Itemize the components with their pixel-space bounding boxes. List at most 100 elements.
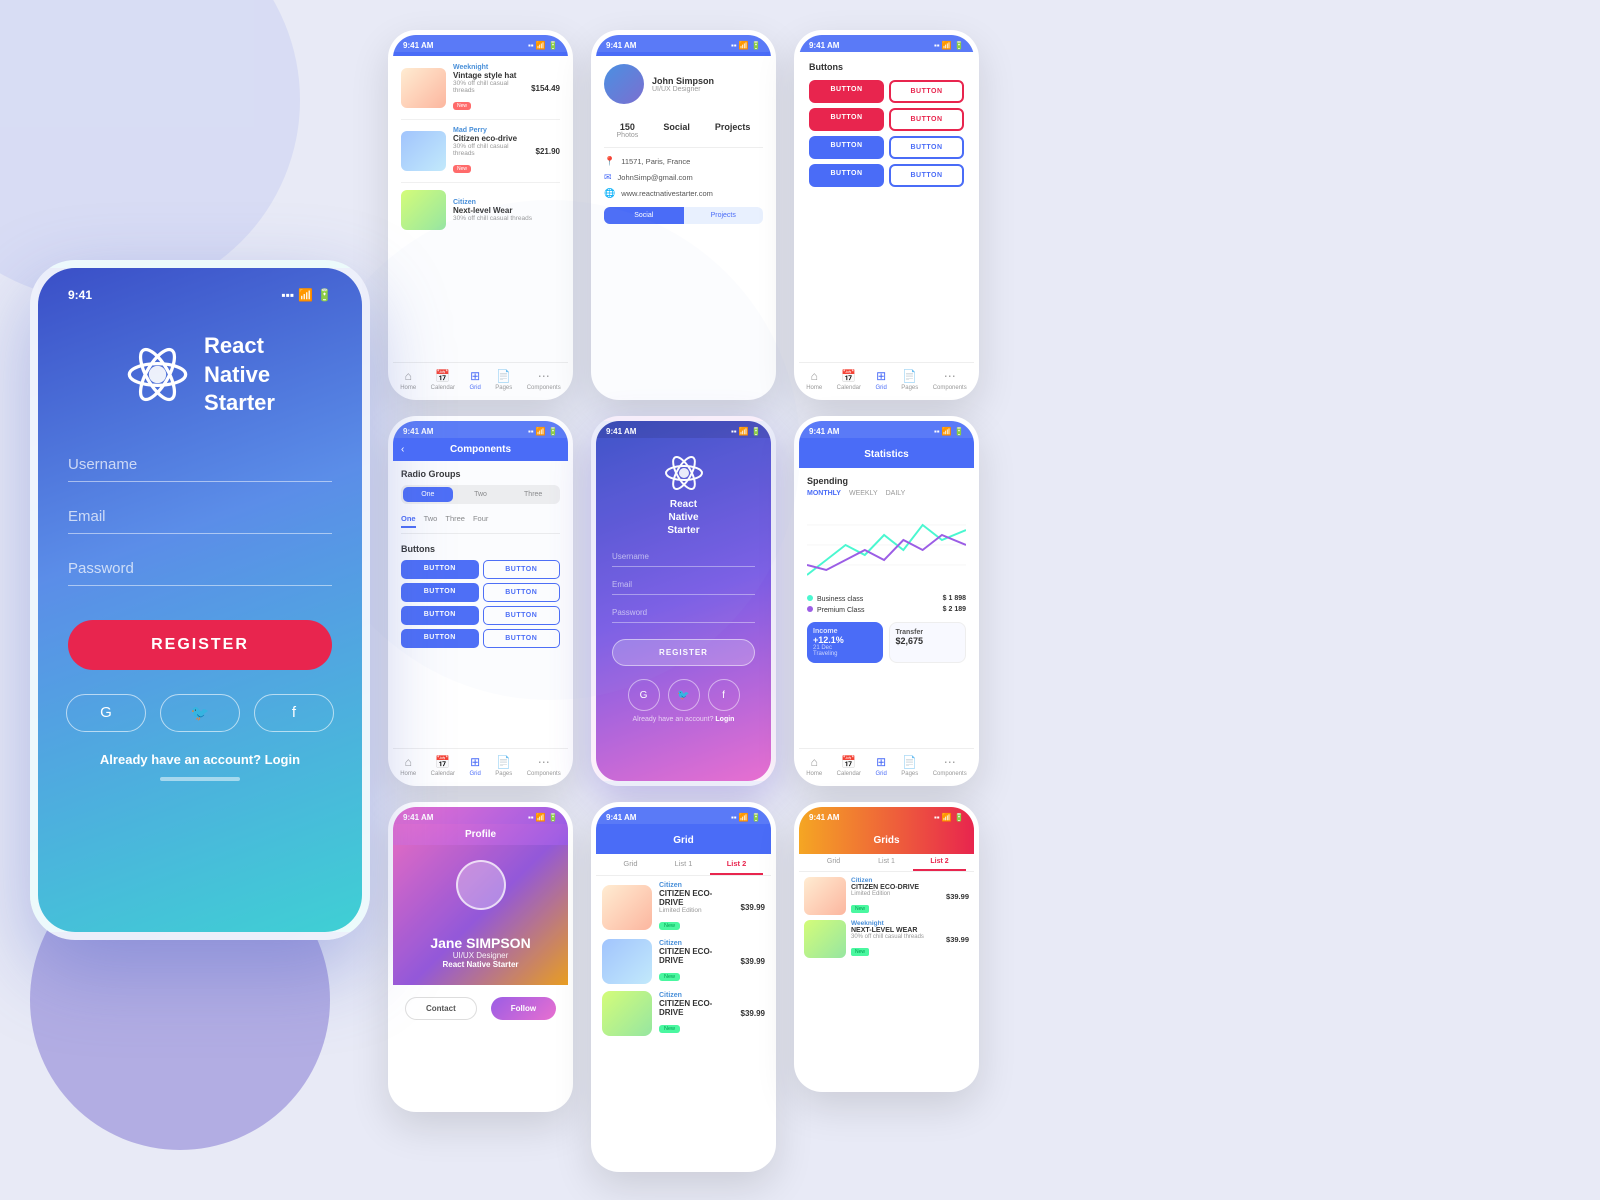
grids-info-2: Weeknight NEXT-LEVEL WEAR 30% off chill … — [851, 920, 941, 958]
profile-action-buttons: Contact Follow — [393, 985, 568, 1032]
userinfo-name: John Simpson — [652, 76, 714, 86]
grids-tab-grid[interactable]: Grid — [807, 854, 860, 871]
location-icon: 📍 — [604, 156, 615, 167]
twitter-social-button[interactable]: 🐦 — [160, 694, 240, 732]
stats-nav-grid[interactable]: ⊞Grid — [875, 755, 886, 777]
blue-outline-btn-1[interactable]: BUTTON — [889, 136, 964, 159]
blue-outline-btn-2[interactable]: BUTTON — [889, 164, 964, 187]
profile-company: React Native Starter — [393, 960, 568, 969]
stats-nav-home[interactable]: ⌂Home — [806, 755, 822, 777]
grid-tab-grid[interactable]: Grid — [604, 854, 657, 875]
spending-chart — [807, 505, 966, 585]
grids-brand-2: Weeknight — [851, 920, 941, 927]
grid-name-3: CITIZEN ECO-DRIVE — [659, 999, 734, 1017]
shop-title-1: Vintage style hat — [453, 71, 524, 80]
reg-twitter-button[interactable]: 🐦 — [668, 679, 700, 711]
facebook-social-button[interactable]: f — [254, 694, 334, 732]
location-row: 📍 11571, Paris, France — [604, 156, 763, 167]
wifi-icon: 📶 — [298, 288, 313, 302]
logo-area: ReactNativeStarter — [125, 332, 275, 418]
profile-role: UI/UX Designer — [393, 951, 568, 960]
pages-icon-2: 📄 — [496, 755, 511, 769]
btn-pair-4: BUTTON BUTTON — [809, 164, 964, 187]
components-icon-3: ⋯ — [944, 369, 956, 383]
comp-nav-components[interactable]: ⋯Components — [527, 755, 561, 777]
comp-title: Components — [450, 444, 511, 455]
stats-nav-calendar[interactable]: 📅Calendar — [837, 755, 861, 777]
grid-tab-list1[interactable]: List 1 — [657, 854, 710, 875]
btn-nav-components[interactable]: ⋯Components — [933, 369, 967, 391]
grids-status-bar: 9:41 AM ▪▪ 📶 🔋 — [799, 807, 974, 824]
profile-cover: Jane SIMPSON UI/UX Designer React Native… — [393, 845, 568, 985]
btn-status-icons: ▪▪ 📶 🔋 — [934, 41, 964, 50]
grid-info-2: Citizen CITIZEN ECO-DRIVE New — [659, 940, 734, 983]
blue-solid-btn-1[interactable]: BUTTON — [809, 136, 884, 159]
projects-tab[interactable]: Projects — [684, 207, 764, 224]
profile-header-title: Profile — [465, 829, 496, 840]
register-button[interactable]: REGISTER — [68, 620, 332, 670]
grid-icon-2: ⊞ — [470, 755, 480, 769]
username-input[interactable] — [68, 448, 332, 482]
weekly-tab[interactable]: WEEKLY — [849, 490, 878, 497]
btn-time: 9:41 AM — [809, 41, 839, 50]
chart-legend: Business class $ 1 898 Premium Class $ 2… — [807, 595, 966, 614]
shop-title-2: Citizen eco-drive — [453, 134, 529, 143]
stats-nav-pages[interactable]: 📄Pages — [901, 755, 918, 777]
profile-contact-button[interactable]: Contact — [405, 997, 477, 1020]
blue-solid-btn-2[interactable]: BUTTON — [809, 164, 884, 187]
btn-pair-3: BUTTON BUTTON — [809, 136, 964, 159]
grid-img-1 — [602, 885, 652, 930]
home-indicator — [160, 777, 240, 781]
reg-login-link[interactable]: Login — [715, 716, 734, 723]
monthly-tab[interactable]: MONTHLY — [807, 490, 841, 497]
comp-nav-grid[interactable]: ⊞Grid — [469, 755, 480, 777]
btn-nav-pages[interactable]: 📄Pages — [901, 369, 918, 391]
userinfo-avatar-row: John Simpson UI/UX Designer — [604, 64, 763, 104]
grids-tab-list2[interactable]: List 2 — [913, 854, 966, 871]
grids-tab-list1[interactable]: List 1 — [860, 854, 913, 871]
btn-nav-calendar[interactable]: 📅Calendar — [837, 369, 861, 391]
spending-label: Spending — [807, 476, 966, 486]
reg-facebook-button[interactable]: f — [708, 679, 740, 711]
shop-brand-2: Mad Perry — [453, 127, 529, 134]
email-input[interactable] — [68, 500, 332, 534]
transfer-label: Transfer — [896, 629, 960, 636]
statistics-phone: 9:41 AM ▪▪ 📶 🔋 Statistics Spending MONTH… — [794, 416, 979, 786]
password-input[interactable] — [68, 552, 332, 586]
stats-nav-components[interactable]: ⋯Components — [933, 755, 967, 777]
profile-time: 9:41 AM — [403, 813, 433, 822]
website-icon: 🌐 — [604, 188, 615, 199]
google-social-button[interactable]: G — [66, 694, 146, 732]
daily-tab[interactable]: DAILY — [886, 490, 906, 497]
pink-outline-btn-2[interactable]: BUTTON — [889, 108, 964, 131]
userinfo-name-area: John Simpson UI/UX Designer — [652, 76, 714, 93]
userinfo-status-bar: 9:41 AM ▪▪ 📶 🔋 — [596, 35, 771, 52]
profile-phone: 9:41 AM ▪▪ 📶 🔋 Profile Jane SIMPSON UI/U… — [388, 802, 573, 1112]
comp-nav-calendar[interactable]: 📅Calendar — [431, 755, 455, 777]
grid-tab-list2[interactable]: List 2 — [710, 854, 763, 875]
grids-info-1: Citizen CITIZEN ECO-DRIVE Limited Editio… — [851, 877, 941, 915]
shop-badge-2: New — [453, 165, 471, 173]
main-phone: 9:41 ▪▪▪ 📶 🔋 ReactNative — [30, 260, 370, 940]
pink-solid-btn-1[interactable]: BUTTON — [809, 80, 884, 103]
grid-img-3 — [602, 991, 652, 1036]
shop-info-1: Weeknight Vintage style hat 30% off chil… — [453, 64, 524, 112]
profile-name-area: Jane SIMPSON UI/UX Designer React Native… — [393, 935, 568, 969]
login-link-area: Already have an account? Login — [100, 752, 300, 767]
pink-outline-btn-1[interactable]: BUTTON — [889, 80, 964, 103]
grid-brand-3: Citizen — [659, 992, 734, 999]
btn-nav-home[interactable]: ⌂Home — [806, 369, 822, 391]
premium-value: $ 2 189 — [943, 606, 966, 614]
login-link[interactable]: Login — [265, 752, 300, 767]
pages-icon-4: 📄 — [902, 755, 917, 769]
comp-nav-home[interactable]: ⌂Home — [400, 755, 416, 777]
comp-nav-pages[interactable]: 📄Pages — [495, 755, 512, 777]
btn-nav-grid[interactable]: ⊞Grid — [875, 369, 886, 391]
comp-back-button[interactable]: ‹ — [401, 444, 404, 455]
grid-header: Grid — [596, 824, 771, 854]
grids-name-2: NEXT-LEVEL WEAR — [851, 927, 941, 934]
pink-solid-btn-2[interactable]: BUTTON — [809, 108, 884, 131]
grids-price-2: $39.99 — [946, 935, 969, 944]
shop-info-2: Mad Perry Citizen eco-drive 30% off chil… — [453, 127, 529, 175]
profile-follow-button[interactable]: Follow — [491, 997, 556, 1020]
